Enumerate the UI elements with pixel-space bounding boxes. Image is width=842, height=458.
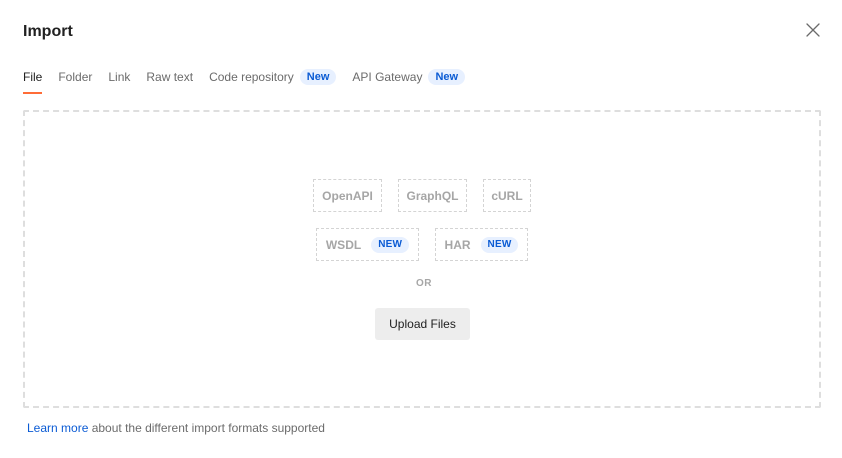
- format-label: GraphQL: [406, 188, 459, 203]
- footer-description: about the different import formats suppo…: [88, 421, 325, 435]
- tab-label: API Gateway: [352, 70, 423, 84]
- dialog-title: Import: [23, 23, 73, 40]
- new-badge: New: [299, 69, 337, 85]
- file-dropzone[interactable]: OpenAPI GraphQL cURL WSDL NEW HAR NEW OR…: [23, 110, 821, 408]
- tab-label: File: [23, 70, 43, 84]
- format-label: OpenAPI: [322, 188, 373, 203]
- format-openapi[interactable]: OpenAPI: [313, 179, 382, 212]
- tab-label: Link: [108, 70, 131, 84]
- new-badge: New: [428, 69, 466, 85]
- tab-label: Code repository: [209, 70, 294, 84]
- close-icon: [806, 23, 820, 37]
- format-wsdl[interactable]: WSDL NEW: [316, 228, 419, 261]
- format-label: WSDL: [325, 237, 362, 252]
- tab-raw-text[interactable]: Raw text: [146, 66, 193, 88]
- tab-file[interactable]: File: [23, 66, 43, 94]
- format-label: HAR: [444, 237, 471, 252]
- format-graphql[interactable]: GraphQL: [398, 179, 467, 212]
- tab-label: Raw text: [146, 70, 194, 84]
- footer-help-text: Learn more about the different import fo…: [27, 420, 325, 436]
- new-badge: NEW: [480, 236, 519, 253]
- tab-folder[interactable]: Folder: [58, 66, 92, 88]
- format-har[interactable]: HAR NEW: [435, 228, 528, 261]
- tab-label: Folder: [58, 70, 93, 84]
- new-badge: NEW: [371, 236, 410, 253]
- or-divider: OR: [416, 278, 432, 289]
- tab-api-gateway[interactable]: API Gateway New: [352, 66, 466, 88]
- upload-files-button[interactable]: Upload Files: [375, 308, 470, 340]
- close-button[interactable]: [802, 19, 824, 41]
- import-dialog: Import File Folder Link Raw text Code re…: [0, 0, 842, 458]
- format-label: cURL: [491, 188, 523, 203]
- tab-code-repository[interactable]: Code repository New: [209, 66, 337, 88]
- tab-link[interactable]: Link: [108, 66, 130, 88]
- learn-more-link[interactable]: Learn more: [27, 421, 88, 435]
- import-tabs: File Folder Link Raw text Code repositor…: [23, 66, 481, 94]
- format-curl[interactable]: cURL: [483, 179, 531, 212]
